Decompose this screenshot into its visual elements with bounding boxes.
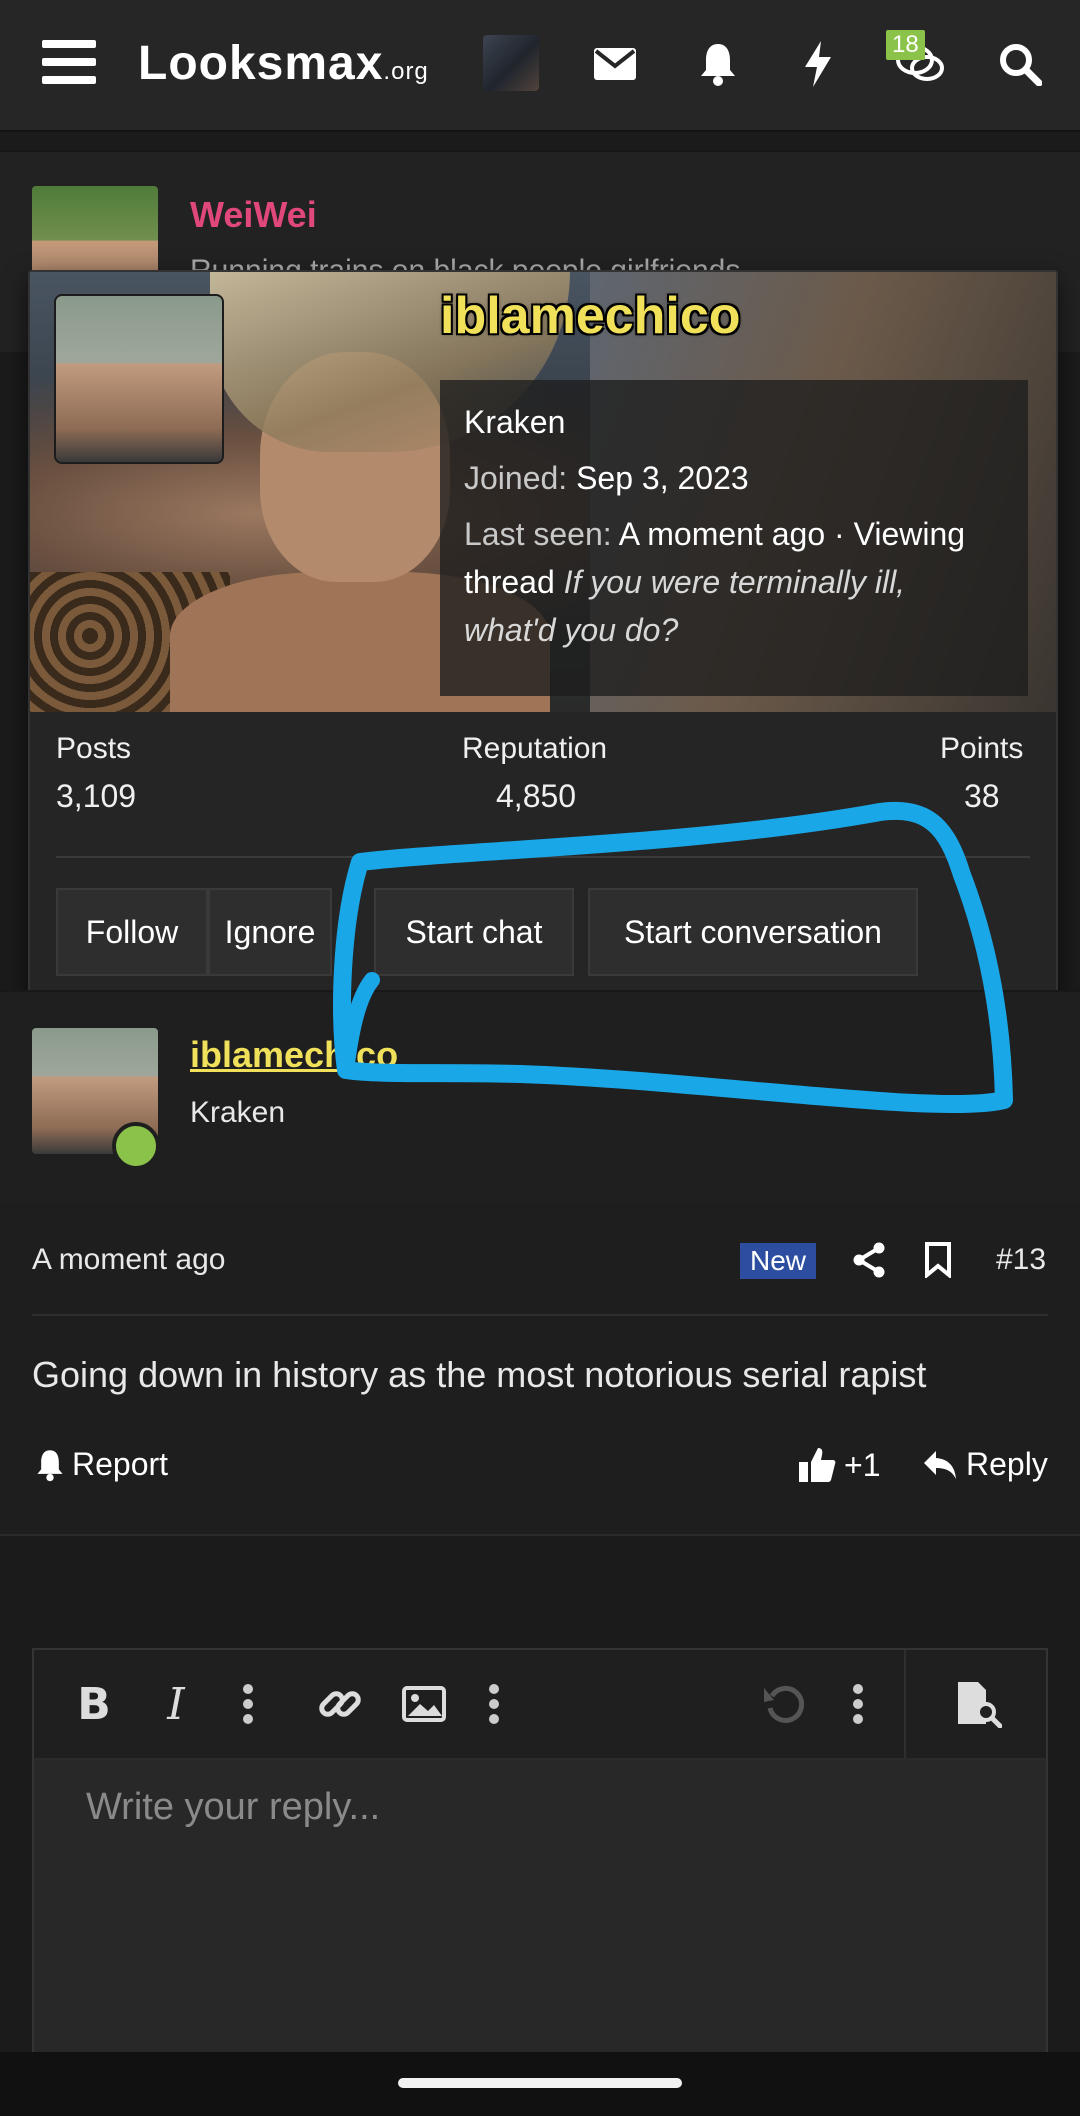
image-icon[interactable] (396, 1676, 452, 1732)
menu-icon[interactable] (42, 40, 96, 84)
envelope-icon[interactable] (585, 34, 645, 94)
card-info-box: Kraken Joined: Sep 3, 2023 Last seen: A … (440, 380, 1028, 696)
bell-icon (37, 1449, 63, 1481)
card-divider (56, 856, 1030, 858)
viewing-thread-link-cont[interactable]: what'd you do? (464, 612, 678, 649)
italic-icon[interactable]: I (148, 1676, 204, 1732)
preview-icon[interactable] (950, 1676, 1006, 1732)
posts-value[interactable]: 3,109 (56, 778, 136, 815)
viewing-prefix: thread (464, 564, 555, 600)
editor-toolbar: B I (34, 1650, 1046, 1760)
bookmark-icon[interactable] (924, 1242, 952, 1283)
profile-banner: iblamechico Kraken Joined: Sep 3, 2023 L… (30, 272, 1056, 712)
start-conversation-button[interactable]: Start conversation (588, 888, 918, 976)
account-avatar[interactable] (483, 35, 539, 91)
card-user-title: Kraken (464, 404, 566, 440)
card-viewing: thread If you were terminally ill, (464, 564, 905, 601)
logo-text: Looksmax (138, 37, 384, 90)
reply-label: Reply (966, 1446, 1048, 1482)
reputation-value: 4,850 (496, 778, 577, 814)
logo-suffix: .org (383, 58, 429, 85)
post-username[interactable]: iblamechico (190, 1034, 398, 1076)
start-chat-button[interactable]: Start chat (374, 888, 574, 976)
more-vertical-icon[interactable] (220, 1676, 276, 1732)
post-number-link[interactable]: #13 (996, 1243, 1046, 1277)
messages-badge: 18 (886, 30, 925, 60)
report-label: Report (72, 1446, 169, 1482)
reply-action[interactable]: Reply (922, 1446, 1048, 1483)
site-logo[interactable]: Looksmax.org (138, 36, 429, 91)
post-timestamp[interactable]: A moment ago (32, 1243, 225, 1277)
viewing-thread-link[interactable]: If you were terminally ill, (564, 564, 905, 600)
new-badge: New (740, 1243, 817, 1279)
weiwei-username[interactable]: WeiWei (190, 194, 317, 236)
report-action[interactable]: Report (36, 1446, 168, 1483)
bell-icon[interactable] (688, 34, 748, 94)
toolbar-separator (904, 1650, 906, 1758)
online-status-indicator (112, 1122, 160, 1170)
posts-label: Posts (56, 732, 132, 765)
member-tooltip-card: iblamechico Kraken Joined: Sep 3, 2023 L… (28, 270, 1058, 1010)
search-icon[interactable] (990, 34, 1050, 94)
top-navigation: Looksmax.org 18 (0, 0, 1080, 132)
post-user-header (0, 990, 1080, 1204)
card-stats: Posts 3,109 Reputation 4,850 Points 38 (30, 732, 1056, 832)
lightning-icon[interactable] (788, 34, 848, 94)
undo-icon[interactable] (756, 1676, 812, 1732)
home-indicator[interactable] (398, 2078, 682, 2088)
reply-placeholder: Write your reply... (86, 1786, 381, 1828)
last-seen-value: A moment ago · Viewing (618, 516, 966, 552)
joined-label: Joined: (464, 460, 568, 496)
last-seen-label: Last seen: (464, 516, 612, 552)
more-vertical-icon[interactable] (830, 1676, 886, 1732)
ignore-button[interactable]: Ignore (208, 888, 332, 976)
card-avatar[interactable] (54, 294, 224, 464)
share-icon[interactable] (852, 1242, 886, 1283)
post-message: Going down in history as the most notori… (32, 1354, 927, 1395)
bold-icon[interactable]: B (66, 1676, 122, 1732)
post-divider (32, 1314, 1048, 1316)
card-username[interactable]: iblamechico (440, 286, 741, 346)
link-icon[interactable] (312, 1676, 368, 1732)
points-label: Points (940, 732, 1024, 765)
points-value[interactable]: 38 (964, 778, 1000, 815)
card-last-seen: Last seen: A moment ago · Viewing (464, 516, 965, 553)
reputation-label: Reputation (462, 732, 608, 765)
like-count: +1 (844, 1446, 881, 1483)
follow-button[interactable]: Follow (56, 888, 208, 976)
post-user-title: Kraken (190, 1096, 286, 1129)
joined-value: Sep 3, 2023 (576, 460, 749, 496)
like-action[interactable]: +1 (798, 1446, 880, 1484)
thumbs-up-icon (799, 1448, 836, 1482)
reply-arrow-icon (924, 1450, 956, 1479)
more-vertical-icon[interactable] (466, 1676, 522, 1732)
reply-editor: B I (32, 1648, 1048, 2068)
card-joined: Joined: Sep 3, 2023 (464, 460, 749, 497)
